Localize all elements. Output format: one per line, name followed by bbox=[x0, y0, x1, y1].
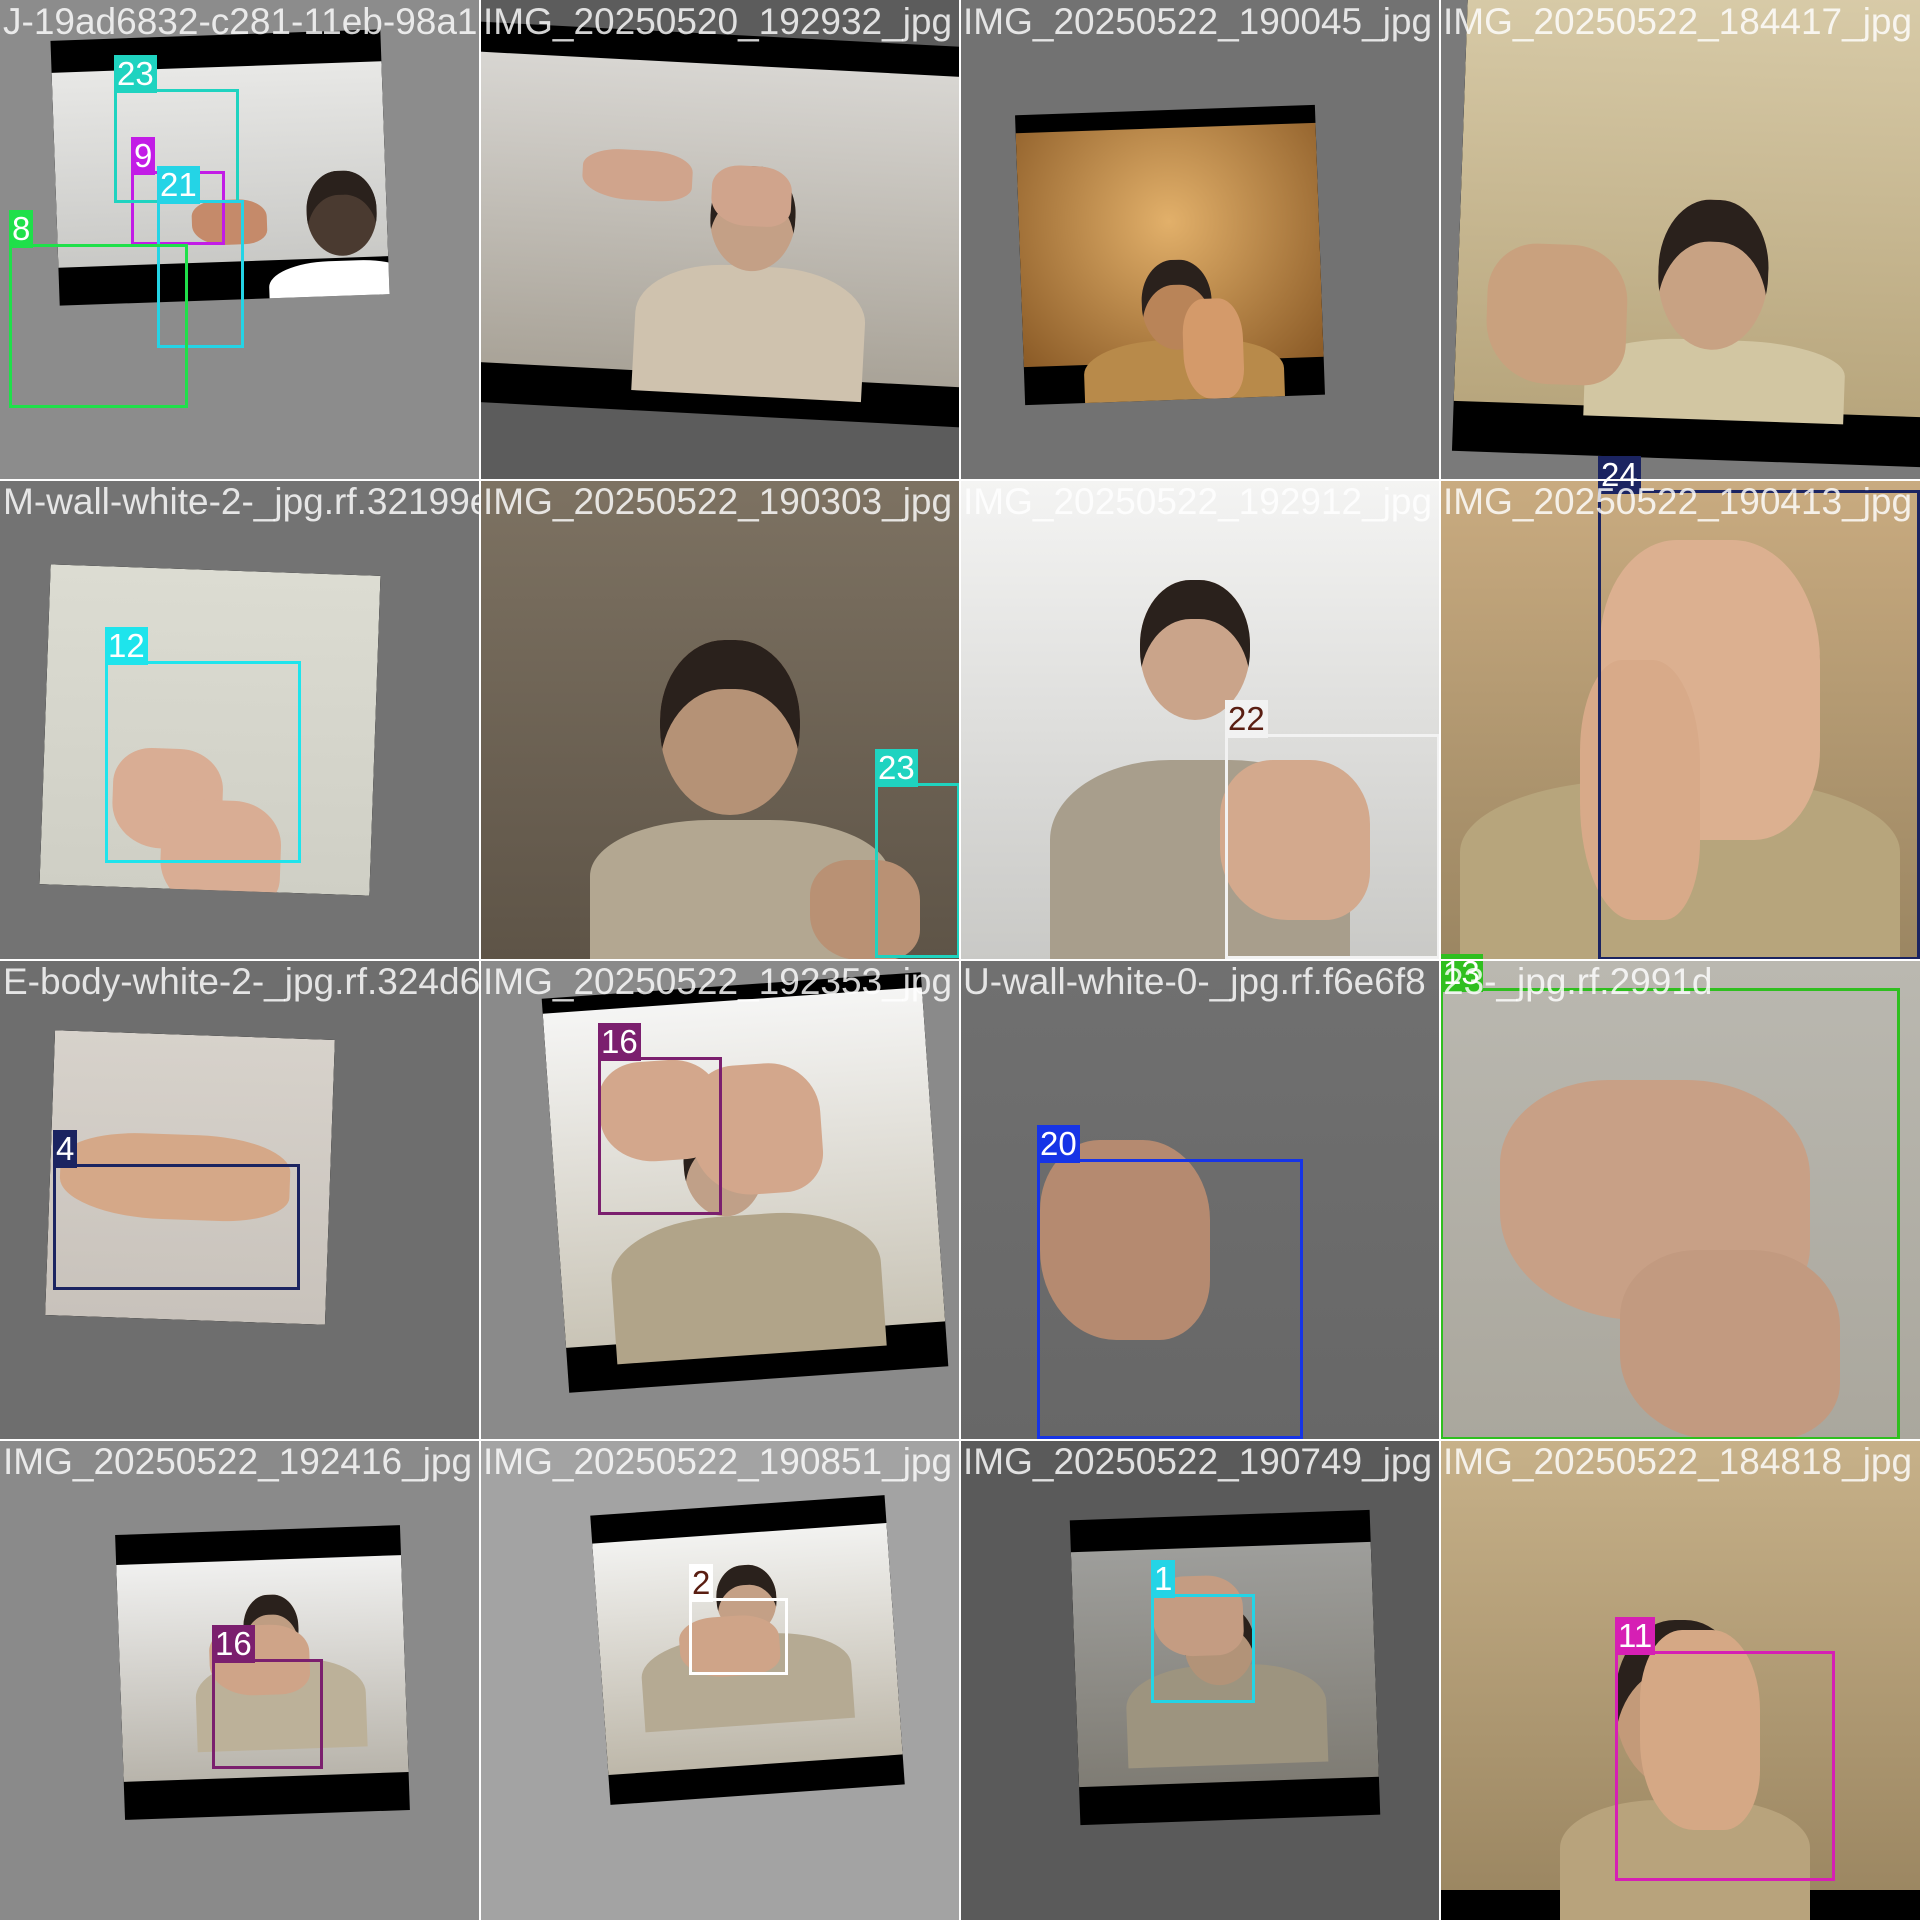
detection-box bbox=[105, 661, 301, 863]
detection-box bbox=[1615, 1651, 1835, 1881]
detection-box bbox=[1151, 1594, 1255, 1703]
tile-filename: IMG_20250522_190749_jpg bbox=[963, 1441, 1433, 1482]
grid-separator bbox=[1439, 0, 1441, 1920]
person-torso bbox=[631, 260, 868, 403]
grid-separator bbox=[0, 959, 1920, 961]
augmented-photo bbox=[1451, 0, 1920, 469]
person-torso bbox=[268, 258, 390, 306]
class-label: 8 bbox=[9, 210, 34, 248]
person-head bbox=[1140, 580, 1250, 720]
detection-box bbox=[1598, 490, 1920, 960]
tile-filename: J-19ad6832-c281-11eb-98a1-00d8fb6f6530_j… bbox=[3, 1, 480, 42]
class-label: 20 bbox=[1037, 1125, 1080, 1163]
mosaic-grid: 9J-19ad6832-c281-11eb-98a1-00d8fb6f6530_… bbox=[0, 0, 1920, 1920]
tile-filename: IMG_20250522_192353_jpg bbox=[483, 961, 953, 1002]
grid-separator bbox=[0, 1439, 1920, 1441]
hand-gesture bbox=[710, 164, 794, 229]
class-label: 12 bbox=[105, 627, 148, 665]
mosaic-tile bbox=[480, 1440, 960, 1920]
tile-filename: E-body-white-2-_jpg.rf.324d6 bbox=[3, 961, 480, 1002]
detection-box bbox=[9, 244, 188, 408]
detection-box bbox=[875, 783, 960, 958]
class-label: 4 bbox=[53, 1130, 78, 1168]
detection-box bbox=[212, 1659, 323, 1769]
mosaic-tile bbox=[480, 0, 960, 480]
hand-gesture bbox=[1181, 297, 1246, 400]
class-label: 11 bbox=[1615, 1617, 1656, 1655]
mosaic-tile bbox=[1440, 0, 1920, 480]
tile-filename: IMG_20250522_190851_jpg bbox=[483, 1441, 953, 1482]
tile-filename: IMG_20250522_192416_jpg bbox=[3, 1441, 473, 1482]
detection-box bbox=[1440, 988, 1900, 1440]
detection-box bbox=[689, 1598, 788, 1675]
tile-filename: M-wall-white-2-_jpg.rf.32199e04 bbox=[3, 481, 480, 522]
class-label: 16 bbox=[598, 1023, 641, 1061]
tile-filename: IMG_20250522_190413_jpg bbox=[1443, 481, 1913, 522]
person-head bbox=[660, 640, 800, 815]
class-label: 23 bbox=[114, 55, 157, 93]
tile-filename: 23-_jpg.rf.2991d bbox=[1443, 961, 1713, 1002]
class-label: 22 bbox=[1225, 700, 1268, 738]
tile-filename: IMG_20250522_184417_jpg bbox=[1443, 1, 1913, 42]
detection-box bbox=[53, 1164, 300, 1290]
class-label: 21 bbox=[157, 166, 200, 204]
hand-gesture bbox=[1484, 241, 1630, 387]
tile-filename: IMG_20250522_192912_jpg bbox=[963, 481, 1433, 522]
augmented-photo bbox=[480, 21, 960, 429]
detection-box bbox=[598, 1057, 722, 1215]
class-label: 16 bbox=[212, 1625, 255, 1663]
augmented-photo bbox=[1015, 104, 1325, 406]
tile-filename: IMG_20250520_192932_jpg bbox=[483, 1, 953, 42]
tile-filename: IMG_20250522_184818_jpg bbox=[1443, 1441, 1913, 1482]
class-label: 23 bbox=[875, 749, 918, 787]
class-label: 1 bbox=[1151, 1560, 1176, 1598]
tile-filename: U-wall-white-0-_jpg.rf.f6e6f8 bbox=[963, 961, 1426, 1002]
tile-filename: IMG_20250522_190303_jpg bbox=[483, 481, 953, 522]
detection-box bbox=[1037, 1159, 1303, 1439]
mosaic-tile bbox=[960, 0, 1440, 480]
class-label: 2 bbox=[689, 1564, 714, 1602]
tile-filename: IMG_20250522_190045_jpg bbox=[963, 1, 1433, 42]
detection-box bbox=[1225, 734, 1440, 959]
